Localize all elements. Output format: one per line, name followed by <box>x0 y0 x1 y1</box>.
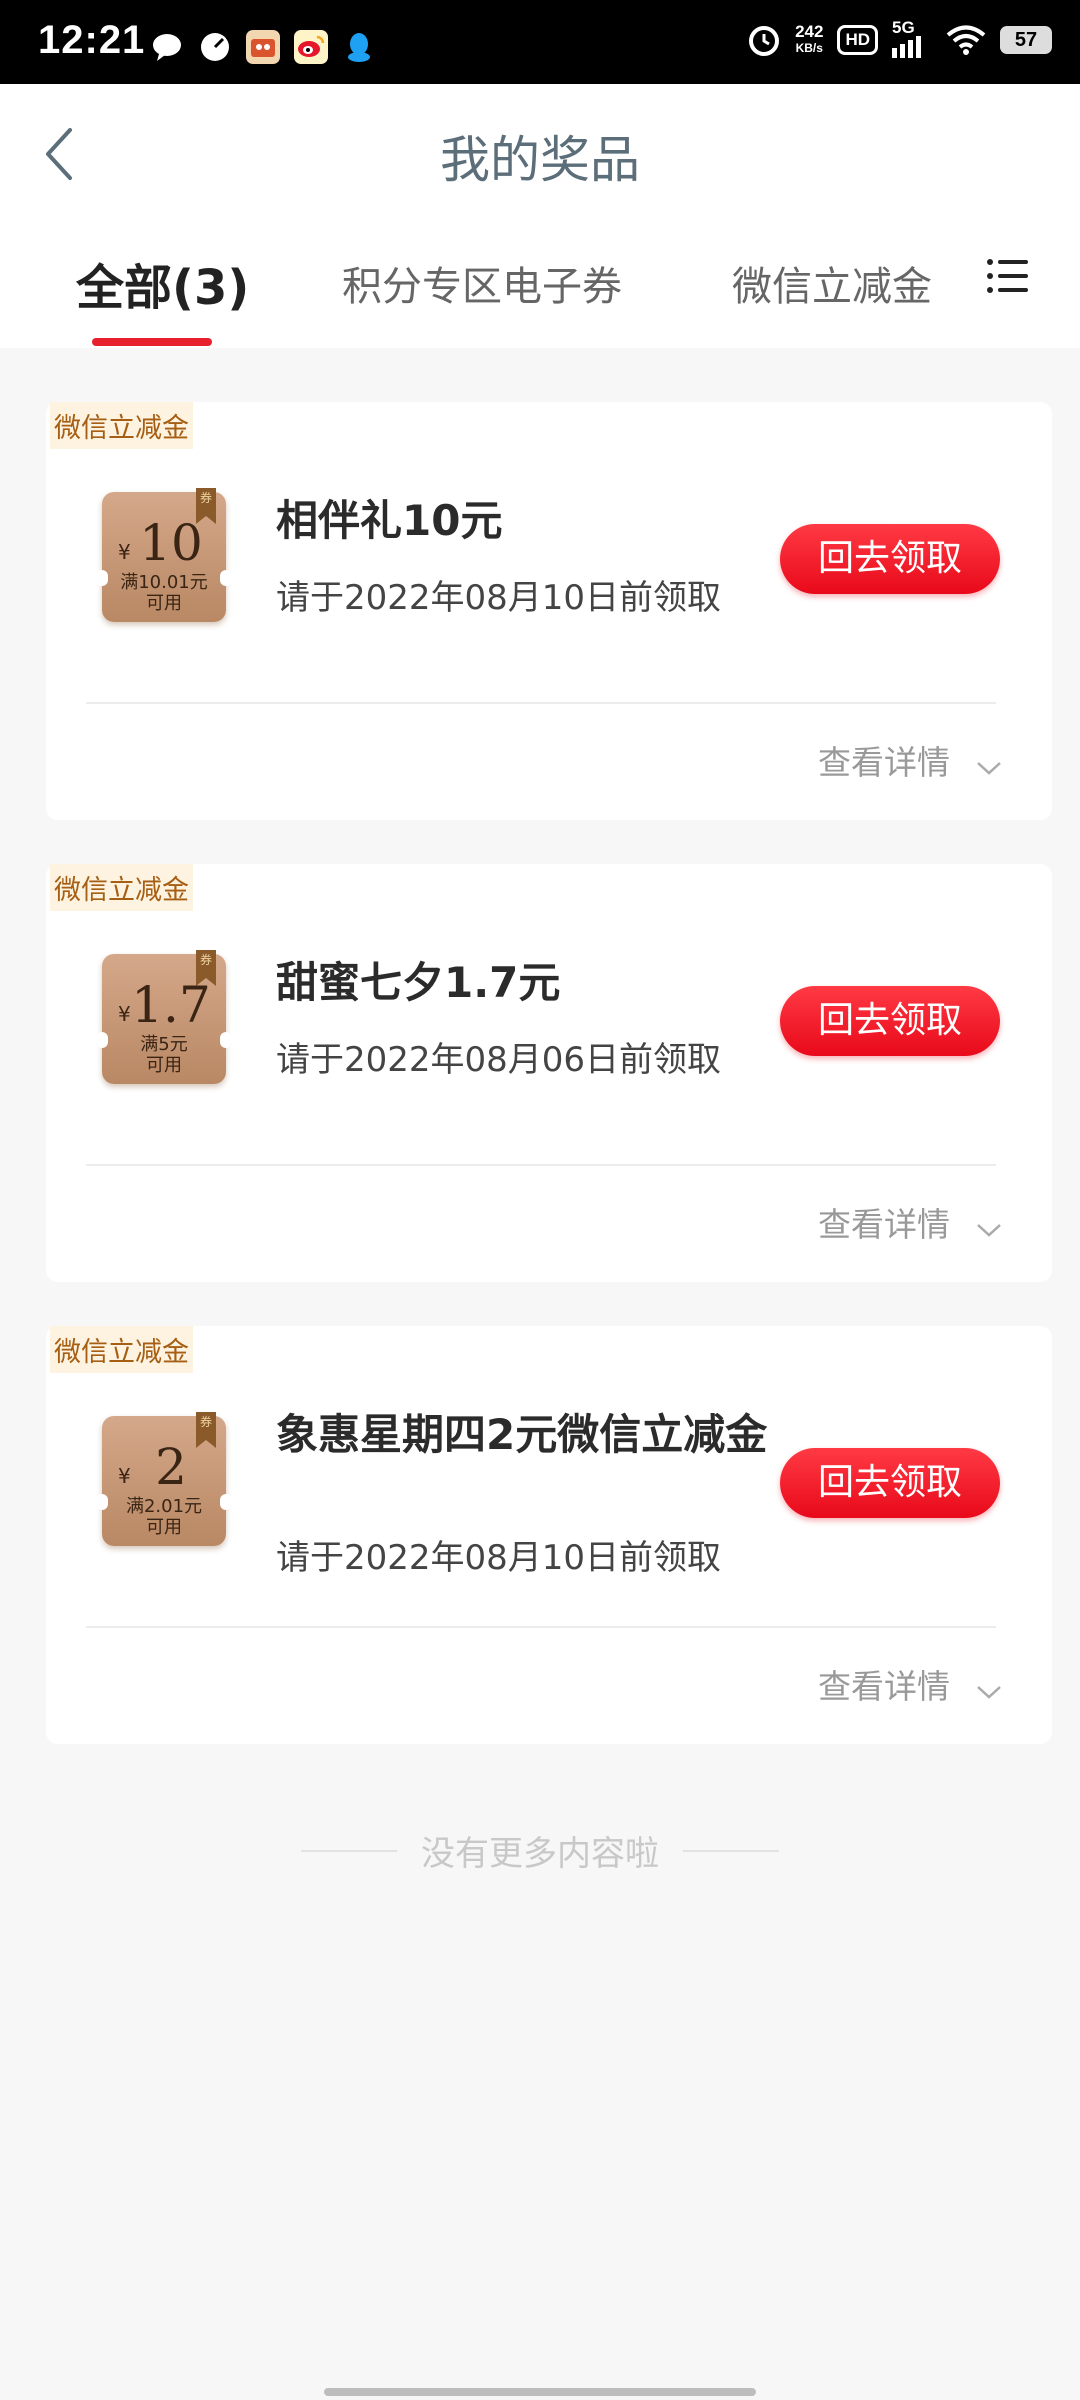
battery-icon: 57 <box>1000 26 1052 54</box>
tab-indicator <box>92 338 212 346</box>
claim-button[interactable]: 回去领取 <box>780 986 1000 1056</box>
claim-button[interactable]: 回去领取 <box>780 524 1000 594</box>
speed-unit: KB/s <box>795 41 823 55</box>
coupon-ribbon: 券 <box>196 488 216 524</box>
coupon-icon: 券 ¥ 2 满2.01元 可用 <box>96 1412 232 1546</box>
view-details-toggle[interactable]: 查看详情 <box>818 1198 1002 1246</box>
claim-button[interactable]: 回去领取 <box>780 1448 1000 1518</box>
signal-icon: 5G <box>892 18 932 58</box>
coupon-amount: 2 <box>155 1438 187 1496</box>
prize-card: 微信立减金 券 ¥ 1.7 满5元 可用 甜蜜七夕1.7元 请于2022年08月… <box>46 864 1052 1282</box>
home-indicator[interactable] <box>324 2388 756 2396</box>
wifi-icon <box>946 25 986 55</box>
tab-bar: 全部(3) 积分专区电子券 微信立减金( <box>0 254 1080 348</box>
list-menu-button[interactable] <box>986 254 1030 298</box>
divider-left <box>301 1849 397 1852</box>
tab-wechat-discount[interactable]: 微信立减金( <box>732 254 932 312</box>
status-right: 242 KB/s HD 5G 57 <box>747 18 1052 58</box>
hd-badge: HD <box>837 25 878 55</box>
speed-value: 242 <box>795 22 824 41</box>
coupon-condition-line1: 满5元 <box>140 1034 188 1055</box>
prize-name: 象惠星期四2元微信立减金 <box>276 1410 768 1459</box>
chevron-down-icon <box>977 1224 1001 1237</box>
coupon-condition-line1: 满10.01元 <box>120 572 208 593</box>
prize-name: 相伴礼10元 <box>276 496 503 545</box>
coupon-condition: 满5元 可用 <box>102 1034 226 1076</box>
coupon-condition: 满10.01元 可用 <box>102 572 226 614</box>
divider-right <box>683 1849 779 1852</box>
no-more-label: 没有更多内容啦 <box>421 1834 659 1874</box>
prize-deadline: 请于2022年08月10日前领取 <box>276 1538 722 1578</box>
status-bar: 12:21 242 KB/s HD 5G 57 <box>0 0 1080 84</box>
list-icon <box>987 259 1028 293</box>
prize-type-tag: 微信立减金 <box>50 864 193 911</box>
speedometer-icon <box>198 30 232 64</box>
view-details-toggle[interactable]: 查看详情 <box>818 736 1002 784</box>
coupon-condition-line2: 可用 <box>146 1517 182 1538</box>
status-time: 12:21 <box>38 18 146 62</box>
divider <box>86 1164 996 1166</box>
tab-all[interactable]: 全部(3) <box>76 248 249 318</box>
page-header: 我的奖品 全部(3) 积分专区电子券 微信立减金( <box>0 84 1080 348</box>
network-type: 5G <box>892 18 915 37</box>
page-title: 我的奖品 <box>440 131 640 189</box>
message-icon <box>150 30 184 64</box>
divider <box>86 702 996 704</box>
view-details-label: 查看详情 <box>818 1205 950 1244</box>
coupon-condition: 满2.01元 可用 <box>102 1496 226 1538</box>
qq-icon <box>342 30 376 64</box>
view-details-label: 查看详情 <box>818 1667 950 1706</box>
prize-name: 甜蜜七夕1.7元 <box>276 958 561 1007</box>
prize-card: 微信立减金 券 ¥ 2 满2.01元 可用 象惠星期四2元微信立减金 请于202… <box>46 1326 1052 1744</box>
weibo-icon <box>294 30 328 64</box>
coupon-condition-line1: 满2.01元 <box>125 1496 203 1517</box>
coupon-icon: 券 ¥ 10 满10.01元 可用 <box>96 488 232 622</box>
coupon-condition-line2: 可用 <box>146 593 182 614</box>
prize-deadline: 请于2022年08月06日前领取 <box>276 1040 722 1080</box>
coupon-amount: 10 <box>139 514 203 572</box>
coupon-ribbon: 券 <box>196 950 216 986</box>
chevron-down-icon <box>977 762 1001 775</box>
prize-type-tag: 微信立减金 <box>50 402 193 449</box>
view-details-label: 查看详情 <box>818 743 950 782</box>
prize-deadline: 请于2022年08月10日前领取 <box>276 578 722 618</box>
prize-card: 微信立减金 券 ¥ 10 满10.01元 可用 相伴礼10元 请于2022年08… <box>46 402 1052 820</box>
app-icon <box>246 30 280 64</box>
chevron-down-icon <box>977 1686 1001 1699</box>
divider <box>86 1626 996 1628</box>
coupon-amount: 1.7 <box>131 976 211 1034</box>
alarm-icon <box>749 26 780 56</box>
coupon-ribbon: 券 <box>196 1412 216 1448</box>
coupon-icon: 券 ¥ 1.7 满5元 可用 <box>96 950 232 1084</box>
no-more-content: 没有更多内容啦 <box>0 1826 1080 1875</box>
tab-points-coupons[interactable]: 积分专区电子券 <box>342 254 622 312</box>
coupon-condition-line2: 可用 <box>146 1055 182 1076</box>
view-details-toggle[interactable]: 查看详情 <box>818 1660 1002 1708</box>
network-speed: 242 KB/s <box>795 23 823 57</box>
prize-type-tag: 微信立减金 <box>50 1326 193 1373</box>
notification-icons <box>150 30 376 64</box>
